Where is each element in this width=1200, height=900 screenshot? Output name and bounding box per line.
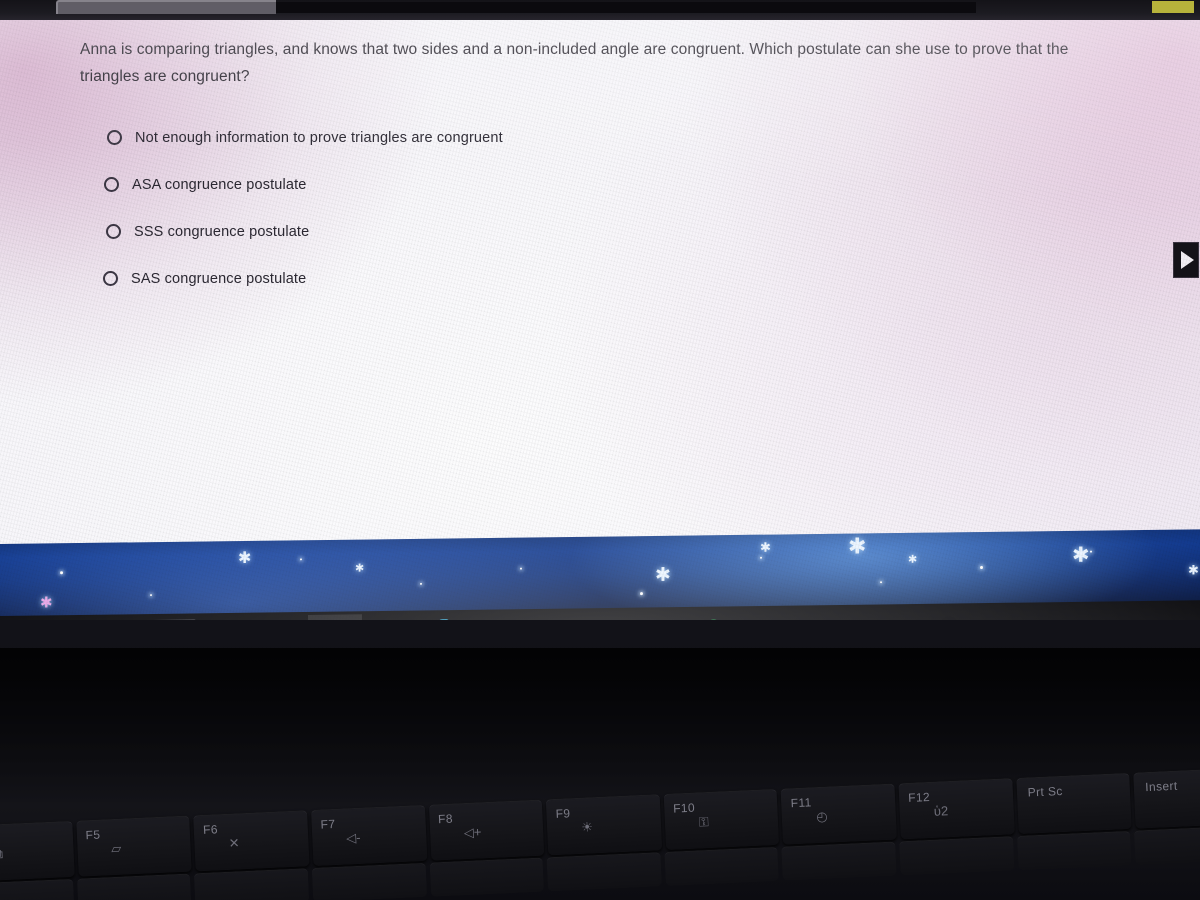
quiz-question-text: Anna is comparing triangles, and knows t…: [80, 41, 1069, 85]
key-label: F12: [907, 789, 931, 805]
key-row2-item[interactable]: [429, 857, 545, 897]
key-row2-item[interactable]: [546, 852, 662, 892]
key-row2-item[interactable]: [899, 836, 1015, 876]
performance-icon: ◴: [815, 808, 828, 825]
radio-button-icon[interactable]: [104, 177, 119, 192]
key-f10[interactable]: F10 ⚿: [663, 788, 780, 850]
key-row2-item[interactable]: [1134, 825, 1200, 865]
taskbar-item-spotify[interactable]: [686, 609, 740, 620]
quiz-option-label: SSS congruence postulate: [134, 223, 310, 240]
camera-icon[interactable]: [1112, 619, 1129, 620]
key-f4[interactable]: F4 ⧉: [0, 820, 75, 882]
taskbar-item-search[interactable]: [200, 616, 254, 620]
quiz-option-1[interactable]: ASA congruence postulate: [104, 161, 720, 208]
radio-button-icon[interactable]: [107, 130, 122, 145]
key-label: F6: [202, 822, 219, 837]
key-row2-item[interactable]: [1016, 830, 1132, 870]
browser-chrome-sliver: [276, 2, 976, 13]
keyboard-backlight-icon: ☀: [580, 819, 594, 835]
quiz-option-3[interactable]: SAS congruence postulate: [103, 255, 720, 302]
mute-icon: ✕: [228, 835, 240, 851]
taskbar-item-lens-search[interactable]: [578, 611, 632, 620]
taskbar-search-box[interactable]: [0, 619, 196, 620]
display-switch-icon: ⧉: [0, 846, 4, 862]
key-row2-item[interactable]: [76, 873, 192, 900]
key-f11[interactable]: F11 ◴: [781, 783, 898, 845]
quiz-panel: Anna is comparing triangles, and knows t…: [0, 20, 1200, 520]
privacy-screen-icon: ⚿: [698, 814, 710, 830]
lock-icon: ὑ2: [933, 803, 949, 819]
key-f9[interactable]: F9 ☀: [545, 794, 663, 856]
laptop-keyboard: ☀ F4 ⧉ F5 ▱ F6 ✕ F7 ◁- F8 ◁+: [0, 648, 1200, 900]
key-row2-item[interactable]: [0, 878, 75, 900]
yellow-ui-sliver: [1152, 1, 1194, 13]
laptop-photo: Anna is comparing triangles, and knows t…: [0, 0, 1200, 900]
quiz-option-0[interactable]: Not enough information to prove triangle…: [107, 114, 720, 161]
quiz-option-label: ASA congruence postulate: [132, 176, 307, 193]
key-row2-item[interactable]: [781, 841, 897, 881]
taskbar-item-store[interactable]: [416, 613, 470, 620]
spotify-icon: [699, 618, 727, 620]
system-tray: 69°F Clear ⌃: [946, 600, 1198, 620]
play-triangle-icon[interactable]: [1173, 242, 1199, 278]
radio-button-icon[interactable]: [106, 224, 121, 239]
key-label: F11: [790, 795, 812, 811]
key-print-screen[interactable]: Prt Sc: [1016, 772, 1133, 834]
taskbar-item-purple-app[interactable]: [524, 611, 578, 620]
quiz-option-label: Not enough information to prove triangle…: [135, 129, 503, 146]
key-label: F8: [437, 811, 454, 827]
key-f8[interactable]: F8 ◁+: [428, 799, 545, 861]
key-label: F10: [672, 800, 696, 816]
key-label: Prt Sc: [1027, 783, 1064, 800]
key-row2-item[interactable]: [664, 846, 780, 886]
screen-top-bezel: [0, 0, 1200, 22]
key-f5[interactable]: F5 ▱: [75, 815, 192, 877]
key-f12[interactable]: F12 ὑ2: [898, 778, 1015, 840]
quiz-option-label: SAS congruence postulate: [131, 270, 307, 287]
play-triangle-shape: [1181, 251, 1194, 269]
volume-up-icon: ◁+: [463, 824, 482, 841]
quiz-options-list: Not enough information to prove triangle…: [100, 114, 720, 302]
key-f6[interactable]: F6 ✕: [193, 810, 310, 872]
taskbar-item-file-explorer[interactable]: [362, 614, 416, 620]
key-label: F9: [555, 806, 571, 821]
touchpad-icon: ▱: [110, 840, 122, 857]
radio-button-icon[interactable]: [103, 271, 118, 286]
taskbar-item-edge[interactable]: [308, 614, 362, 620]
quiz-option-2[interactable]: SSS congruence postulate: [106, 208, 720, 255]
taskbar-item-cortana[interactable]: [632, 610, 686, 620]
browser-tab-sliver[interactable]: [56, 0, 276, 14]
key-label: Insert: [1144, 778, 1178, 795]
key-label: F7: [320, 816, 336, 832]
wifi-icon[interactable]: [1174, 619, 1194, 620]
laptop-screen: Anna is comparing triangles, and knows t…: [0, 20, 1200, 620]
taskbar-item-mail[interactable]: [470, 612, 524, 620]
taskbar-item-task-view[interactable]: [254, 615, 308, 620]
key-f7[interactable]: F7 ◁-: [310, 804, 427, 866]
key-row2-item[interactable]: [311, 862, 427, 900]
key-row2-item[interactable]: [194, 868, 310, 900]
key-label: F5: [85, 827, 101, 843]
key-insert[interactable]: Insert: [1133, 767, 1200, 829]
volume-down-icon: ◁-: [345, 829, 361, 846]
